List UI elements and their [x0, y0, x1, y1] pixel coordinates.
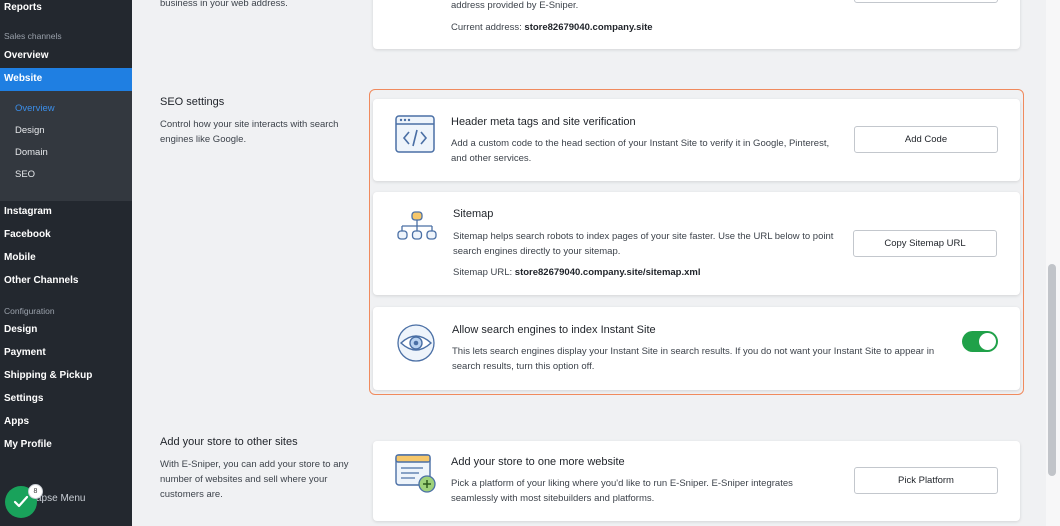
add-store-card: Add your store to one more website Pick … — [373, 441, 1020, 521]
sitemap-url-line: Sitemap URL: store82679040.company.site/… — [453, 265, 700, 280]
sidebar-item-overview[interactable]: Overview — [4, 50, 48, 61]
sidebar-item-design[interactable]: Design — [4, 324, 37, 335]
pick-platform-button[interactable]: Pick Platform — [854, 467, 998, 494]
sidebar-item-instagram[interactable]: Instagram — [4, 206, 52, 217]
submenu-item-seo[interactable]: SEO — [15, 169, 35, 180]
sidebar-item-payment[interactable]: Payment — [4, 347, 46, 358]
sidebar-item-reports[interactable]: Reports — [4, 2, 42, 13]
add-website-icon — [395, 454, 436, 493]
current-address-line: Current address: store82679040.company.s… — [451, 20, 653, 35]
header-meta-desc: Add a custom code to the head section of… — [451, 138, 830, 164]
indexing-card: Allow search engines to index Instant Si… — [373, 307, 1020, 390]
address-provided-text: address provided by E-Sniper. — [451, 0, 579, 11]
checkmark-icon — [13, 495, 29, 508]
add-store-card-title: Add your store to one more website — [451, 456, 625, 468]
header-meta-title: Header meta tags and site verification — [451, 116, 636, 128]
sitemap-title: Sitemap — [453, 208, 494, 220]
website-address-desc: business in your web address. — [160, 0, 288, 9]
sidebar-item-facebook[interactable]: Facebook — [4, 229, 51, 240]
indexing-title: Allow search engines to index Instant Si… — [452, 324, 656, 336]
submenu-item-design[interactable]: Design — [15, 125, 45, 136]
other-sites-section-desc: With E-Sniper, you can add your store to… — [160, 459, 349, 500]
sidebar: Reports Sales channels Overview Website … — [0, 0, 132, 526]
sitemap-url-value: store82679040.company.site/sitemap.xml — [514, 267, 701, 278]
add-store-card-desc: Pick a platform of your liking where you… — [451, 478, 793, 504]
submenu-item-domain[interactable]: Domain — [15, 147, 48, 158]
add-code-button[interactable]: Add Code — [854, 126, 998, 153]
code-window-icon — [395, 115, 435, 153]
sidebar-item-mobile[interactable]: Mobile — [4, 252, 36, 263]
current-address-label: Current address: — [451, 22, 522, 33]
sidebar-item-apps[interactable]: Apps — [4, 416, 29, 427]
sidebar-section-configuration: Configuration — [4, 306, 55, 316]
sitemap-icon — [397, 211, 437, 240]
sidebar-item-shipping[interactable]: Shipping & Pickup — [4, 370, 92, 381]
website-address-card: address provided by E-Sniper. Current ad… — [373, 0, 1020, 49]
current-address-value: store82679040.company.site — [524, 22, 653, 33]
seo-section-title: SEO settings — [160, 96, 225, 108]
other-sites-section-title: Add your store to other sites — [160, 436, 298, 448]
copy-sitemap-url-button[interactable]: Copy Sitemap URL — [853, 230, 997, 257]
sitemap-card: Sitemap Sitemap helps search robots to i… — [373, 192, 1020, 295]
header-meta-card: Header meta tags and site verification A… — [373, 99, 1020, 181]
submenu-item-overview[interactable]: Overview — [15, 103, 55, 114]
collapse-menu-button[interactable]: apse Menu — [36, 493, 85, 504]
sidebar-item-settings[interactable]: Settings — [4, 393, 43, 404]
change-address-button[interactable] — [854, 0, 998, 3]
indexing-toggle[interactable] — [962, 331, 998, 352]
sidebar-item-my-profile[interactable]: My Profile — [4, 439, 52, 450]
sidebar-item-website-label: Website — [4, 73, 43, 84]
indexing-desc: This lets search engines display your In… — [452, 346, 935, 372]
website-submenu: Overview Design Domain SEO — [0, 91, 132, 201]
sidebar-item-website[interactable]: Website — [0, 68, 132, 91]
sidebar-item-other-channels[interactable]: Other Channels — [4, 275, 78, 286]
seo-section-desc: Control how your site interacts with sea… — [160, 119, 339, 145]
sitemap-desc: Sitemap helps search robots to index pag… — [453, 231, 834, 257]
scrollbar[interactable] — [1048, 264, 1056, 476]
eye-icon — [397, 324, 435, 362]
checklist-badge: 8 — [28, 484, 43, 499]
toggle-knob — [979, 333, 996, 350]
sitemap-url-label: Sitemap URL: — [453, 267, 513, 278]
sidebar-section-sales-channels: Sales channels — [4, 31, 62, 41]
